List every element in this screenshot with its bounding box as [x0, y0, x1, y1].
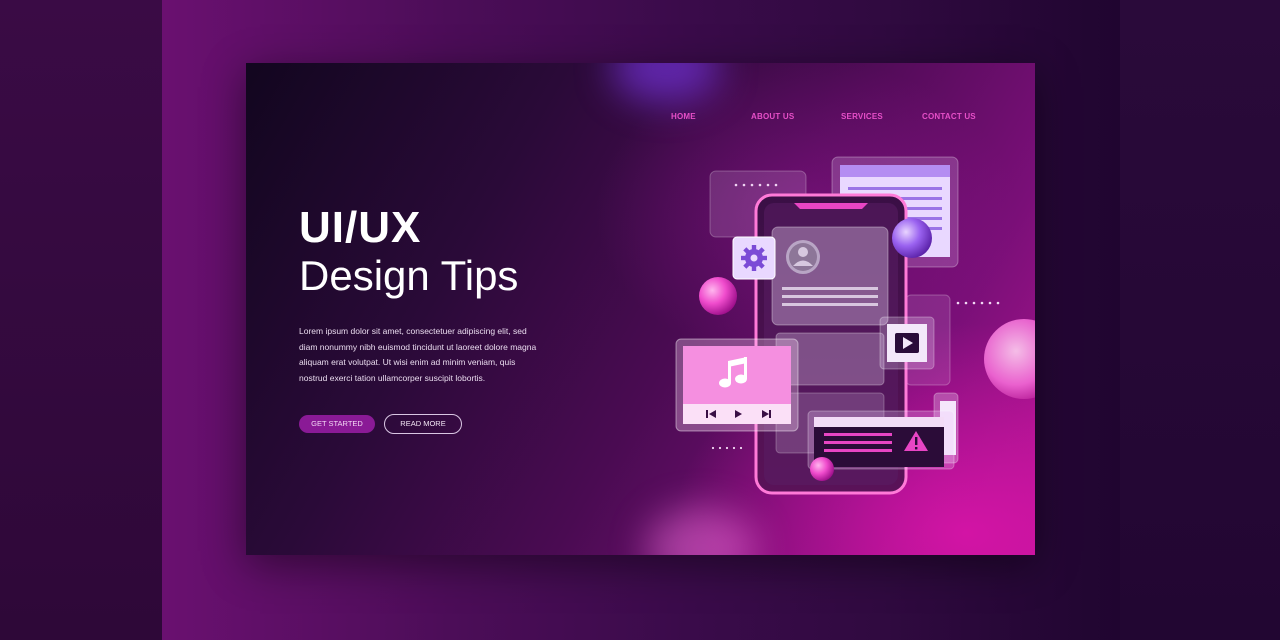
- settings-tile: [732, 236, 776, 280]
- purple-sphere: [892, 218, 932, 258]
- pink-sphere: [699, 277, 737, 315]
- backdrop-right-panel: [1120, 0, 1280, 640]
- profile-card: [771, 226, 889, 326]
- music-player-card[interactable]: [675, 338, 799, 432]
- video-tile: [879, 316, 935, 370]
- small-pink-sphere: [810, 457, 834, 481]
- large-pink-sphere: [984, 319, 1035, 399]
- gear-icon: [741, 245, 767, 271]
- phone-illustration: [675, 156, 1035, 495]
- landing-page-card: HOME ABOUT US SERVICES CONTACT US UI/UX …: [246, 63, 1035, 555]
- backdrop-left-panel: [0, 0, 162, 640]
- phone-notch: [794, 203, 868, 209]
- avatar-icon: [786, 240, 820, 274]
